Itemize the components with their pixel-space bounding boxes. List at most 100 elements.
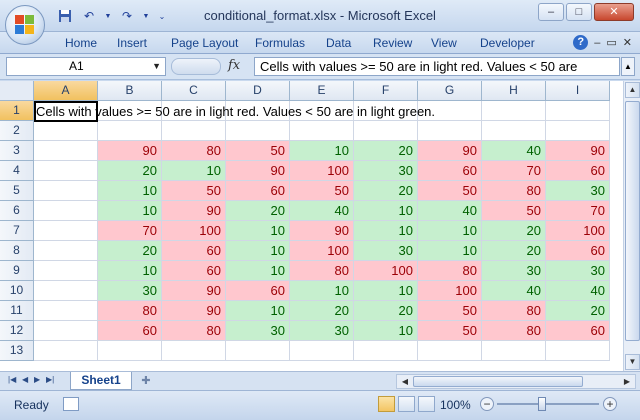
data-cell[interactable]: 60 bbox=[162, 261, 226, 281]
empty-cell[interactable] bbox=[482, 341, 546, 361]
data-cell[interactable]: 90 bbox=[290, 221, 354, 241]
data-cell[interactable]: 30 bbox=[546, 261, 610, 281]
data-cell[interactable]: 30 bbox=[482, 261, 546, 281]
empty-cell[interactable] bbox=[34, 281, 98, 301]
column-header-i[interactable]: I bbox=[546, 81, 610, 101]
data-cell[interactable]: 20 bbox=[98, 241, 162, 261]
office-button[interactable] bbox=[5, 5, 45, 45]
data-cell[interactable]: 50 bbox=[418, 301, 482, 321]
tab-formulas[interactable]: Formulas bbox=[255, 36, 305, 50]
empty-cell[interactable] bbox=[354, 341, 418, 361]
data-cell[interactable]: 10 bbox=[354, 221, 418, 241]
insert-function-button[interactable]: fx bbox=[228, 58, 240, 73]
data-cell[interactable]: 60 bbox=[546, 321, 610, 341]
data-cell[interactable]: 20 bbox=[290, 301, 354, 321]
data-cell[interactable]: 10 bbox=[290, 281, 354, 301]
data-cell[interactable]: 80 bbox=[98, 301, 162, 321]
data-cell[interactable]: 60 bbox=[226, 281, 290, 301]
data-cell[interactable]: 80 bbox=[162, 321, 226, 341]
page-break-view-button[interactable] bbox=[418, 396, 435, 412]
column-header-d[interactable]: D bbox=[226, 81, 290, 101]
data-cell[interactable]: 100 bbox=[290, 161, 354, 181]
tab-home[interactable]: Home bbox=[65, 36, 97, 50]
data-cell[interactable]: 10 bbox=[226, 221, 290, 241]
data-cell[interactable]: 10 bbox=[226, 261, 290, 281]
empty-cell[interactable] bbox=[482, 121, 546, 141]
data-cell[interactable]: 90 bbox=[418, 141, 482, 161]
data-cell[interactable]: 30 bbox=[354, 241, 418, 261]
ribbon-restore-icon[interactable]: ▭ bbox=[606, 36, 616, 49]
row-header-1[interactable]: 1 bbox=[0, 101, 34, 121]
tab-data[interactable]: Data bbox=[326, 36, 351, 50]
vertical-scrollbar[interactable]: ▲ ▼ bbox=[623, 81, 640, 371]
data-cell[interactable]: 100 bbox=[354, 261, 418, 281]
data-cell[interactable]: 20 bbox=[482, 221, 546, 241]
data-cell[interactable]: 100 bbox=[290, 241, 354, 261]
data-cell[interactable]: 40 bbox=[290, 201, 354, 221]
select-all-corner[interactable] bbox=[0, 81, 34, 101]
data-cell[interactable]: 50 bbox=[482, 201, 546, 221]
data-cell[interactable]: 60 bbox=[226, 181, 290, 201]
ribbon-close-icon[interactable]: ✕ bbox=[623, 36, 632, 49]
data-cell[interactable]: 10 bbox=[98, 181, 162, 201]
data-cell[interactable]: 30 bbox=[98, 281, 162, 301]
data-cell[interactable]: 50 bbox=[418, 321, 482, 341]
data-cell[interactable]: 20 bbox=[354, 141, 418, 161]
close-button[interactable]: ✕ bbox=[594, 3, 634, 21]
column-header-a[interactable]: A bbox=[34, 81, 98, 101]
empty-cell[interactable] bbox=[34, 121, 98, 141]
horizontal-scroll-thumb[interactable] bbox=[413, 376, 583, 387]
tab-review[interactable]: Review bbox=[373, 36, 412, 50]
data-cell[interactable]: 20 bbox=[354, 181, 418, 201]
data-cell[interactable]: 70 bbox=[98, 221, 162, 241]
empty-cell[interactable] bbox=[418, 121, 482, 141]
data-cell[interactable]: 50 bbox=[418, 181, 482, 201]
column-header-f[interactable]: F bbox=[354, 81, 418, 101]
column-header-e[interactable]: E bbox=[290, 81, 354, 101]
data-cell[interactable]: 40 bbox=[418, 201, 482, 221]
expand-formula-bar-icon[interactable]: ▲ bbox=[621, 57, 635, 76]
row-header-4[interactable]: 4 bbox=[0, 161, 34, 181]
empty-cell[interactable] bbox=[162, 341, 226, 361]
empty-cell[interactable] bbox=[546, 101, 610, 121]
row-header-2[interactable]: 2 bbox=[0, 121, 34, 141]
empty-cell[interactable] bbox=[546, 341, 610, 361]
row-header-3[interactable]: 3 bbox=[0, 141, 34, 161]
data-cell[interactable]: 10 bbox=[226, 301, 290, 321]
row-header-12[interactable]: 12 bbox=[0, 321, 34, 341]
row-header-13[interactable]: 13 bbox=[0, 341, 34, 361]
data-cell[interactable]: 10 bbox=[354, 201, 418, 221]
empty-cell[interactable] bbox=[98, 341, 162, 361]
data-cell[interactable]: 10 bbox=[226, 241, 290, 261]
empty-cell[interactable] bbox=[354, 121, 418, 141]
data-cell[interactable]: 30 bbox=[546, 181, 610, 201]
data-cell[interactable]: 60 bbox=[546, 161, 610, 181]
data-cell[interactable]: 60 bbox=[162, 241, 226, 261]
row-header-10[interactable]: 10 bbox=[0, 281, 34, 301]
data-cell[interactable]: 60 bbox=[418, 161, 482, 181]
empty-cell[interactable] bbox=[34, 181, 98, 201]
data-cell[interactable]: 20 bbox=[546, 301, 610, 321]
data-cell[interactable]: 70 bbox=[482, 161, 546, 181]
data-cell[interactable]: 40 bbox=[482, 281, 546, 301]
scroll-right-icon[interactable]: ▶ bbox=[620, 375, 634, 388]
macro-record-icon[interactable] bbox=[63, 397, 79, 411]
row-header-9[interactable]: 9 bbox=[0, 261, 34, 281]
data-cell[interactable]: 80 bbox=[418, 261, 482, 281]
row-header-7[interactable]: 7 bbox=[0, 221, 34, 241]
data-cell[interactable]: 90 bbox=[98, 141, 162, 161]
data-cell[interactable]: 70 bbox=[546, 201, 610, 221]
data-cell[interactable]: 30 bbox=[226, 321, 290, 341]
data-cell[interactable]: 80 bbox=[162, 141, 226, 161]
minimize-button[interactable]: – bbox=[538, 3, 564, 21]
first-sheet-icon[interactable]: |◀ bbox=[8, 375, 16, 384]
data-cell[interactable]: 90 bbox=[162, 301, 226, 321]
empty-cell[interactable] bbox=[290, 341, 354, 361]
spreadsheet-grid[interactable]: ABCDEFGHI 1 2 3 4 5 6 7 8 9 10 11 12 13 90 80 50 10 20 90… bbox=[0, 81, 640, 371]
formula-bar-splitter[interactable] bbox=[171, 58, 221, 75]
zoom-level[interactable]: 100% bbox=[440, 398, 471, 412]
data-cell[interactable]: 30 bbox=[354, 161, 418, 181]
tab-developer[interactable]: Developer bbox=[480, 36, 535, 50]
vertical-scroll-thumb[interactable] bbox=[625, 101, 640, 341]
formula-input[interactable]: Cells with values >= 50 are in light red… bbox=[254, 57, 620, 76]
